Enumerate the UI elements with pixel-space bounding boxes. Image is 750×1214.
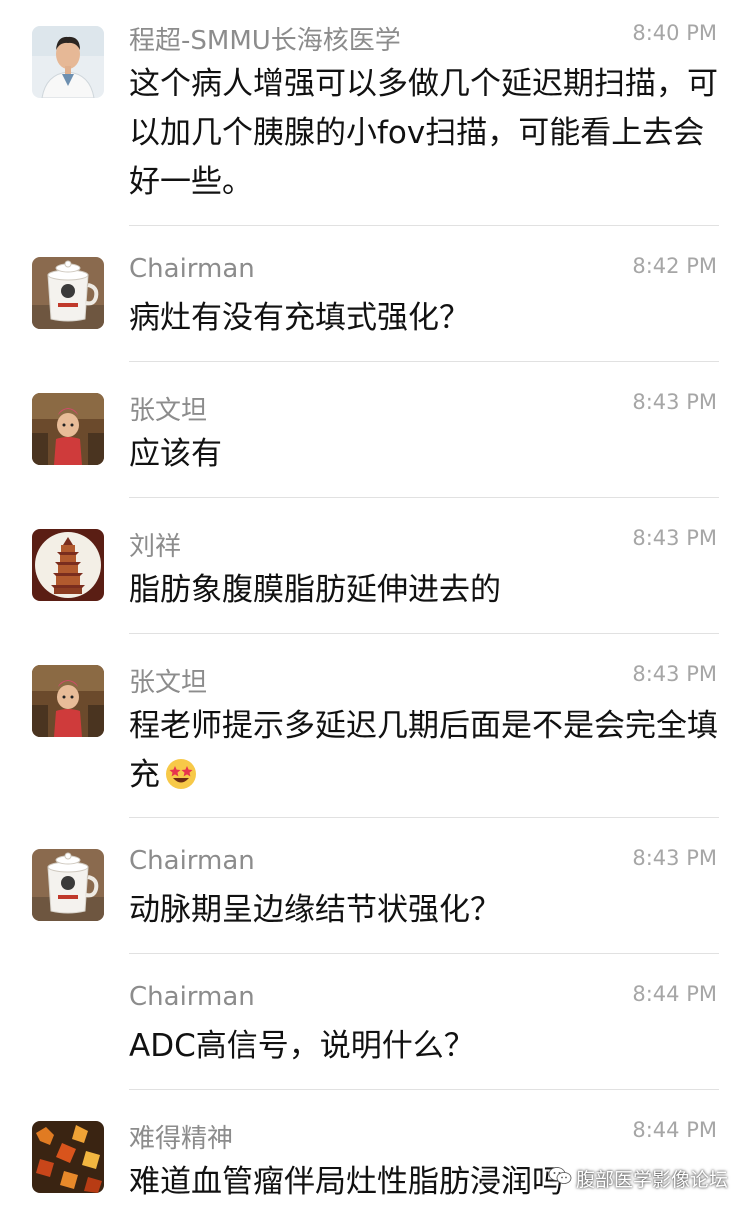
sender-name: 张文坦 [129, 396, 208, 426]
message-text: 程老师提示多延迟几期后面是不是会完全填充 [129, 708, 718, 793]
message-item[interactable]: Chairman 8:44 PM ADC高信号，说明什么？ [0, 968, 750, 1090]
sender-name: Chairman [129, 846, 255, 876]
message-time: 8:44 PM [632, 1118, 717, 1142]
autumn-leaves-avatar[interactable] [32, 1121, 104, 1193]
pagoda-avatar[interactable] [32, 529, 104, 601]
message-item[interactable]: 难得精神 8:44 PM 难道血管瘤伴局灶性脂肪浸润吗 [0, 1104, 750, 1214]
message-text: ADC高信号，说明什么？ [129, 1028, 475, 1064]
message-item[interactable]: Chairman 8:42 PM 病灶有没有充填式强化？ [0, 240, 750, 362]
sender-name: Chairman [129, 982, 255, 1012]
divider [129, 361, 719, 362]
message-item[interactable]: 程超-SMMU长海核医学 8:40 PM 这个病人增强可以多做几个延迟期扫描，可… [0, 0, 750, 226]
mug-avatar[interactable] [32, 257, 104, 329]
divider [129, 497, 719, 498]
sender-name: Chairman [129, 254, 255, 284]
message-time: 8:42 PM [632, 254, 717, 278]
message-text: 病灶有没有充填式强化？ [129, 300, 470, 336]
message-item[interactable]: 张文坦 8:43 PM 应该有 [0, 376, 750, 498]
message-text: 脂肪象腹膜脂肪延伸进去的 [129, 572, 501, 608]
message-text: 动脉期呈边缘结节状强化？ [129, 892, 501, 928]
message-text: 这个病人增强可以多做几个延迟期扫描，可以加几个胰腺的小fov扫描，可能看上去会好… [129, 66, 718, 200]
divider [129, 817, 719, 818]
sender-name: 张文坦 [129, 668, 208, 698]
message-item[interactable]: 刘祥 8:43 PM 脂肪象腹膜脂肪延伸进去的 [0, 512, 750, 634]
watermark-text: 腹部医学影像论坛 [575, 1169, 728, 1191]
message-time: 8:44 PM [632, 982, 717, 1006]
divider [129, 633, 719, 634]
doctor-avatar[interactable] [32, 26, 104, 98]
divider [129, 953, 719, 954]
sender-name: 刘祥 [129, 532, 182, 562]
message-item[interactable]: 张文坦 8:43 PM 程老师提示多延迟几期后面是不是会完全填充 [0, 648, 750, 818]
sender-name: 难得精神 [129, 1124, 234, 1154]
message-time: 8:43 PM [632, 526, 717, 550]
watermark: 腹部医学影像论坛 [548, 1165, 728, 1192]
message-time: 8:43 PM [632, 662, 717, 686]
message-time: 8:43 PM [632, 390, 717, 414]
message-time: 8:43 PM [632, 846, 717, 870]
message-text: 应该有 [129, 436, 222, 472]
star-struck-emoji [164, 757, 198, 806]
message-text-container: 程老师提示多延迟几期后面是不是会完全填充 [129, 702, 719, 806]
mug-avatar[interactable] [32, 849, 104, 921]
message-time: 8:40 PM [632, 21, 717, 45]
message-item[interactable]: Chairman 8:43 PM 动脉期呈边缘结节状强化？ [0, 832, 750, 954]
divider [129, 225, 719, 226]
child-avatar[interactable] [32, 665, 104, 737]
child-avatar[interactable] [32, 393, 104, 465]
wechat-icon [548, 1166, 572, 1191]
divider [129, 1089, 719, 1090]
sender-name: 程超-SMMU长海核医学 [129, 26, 401, 56]
